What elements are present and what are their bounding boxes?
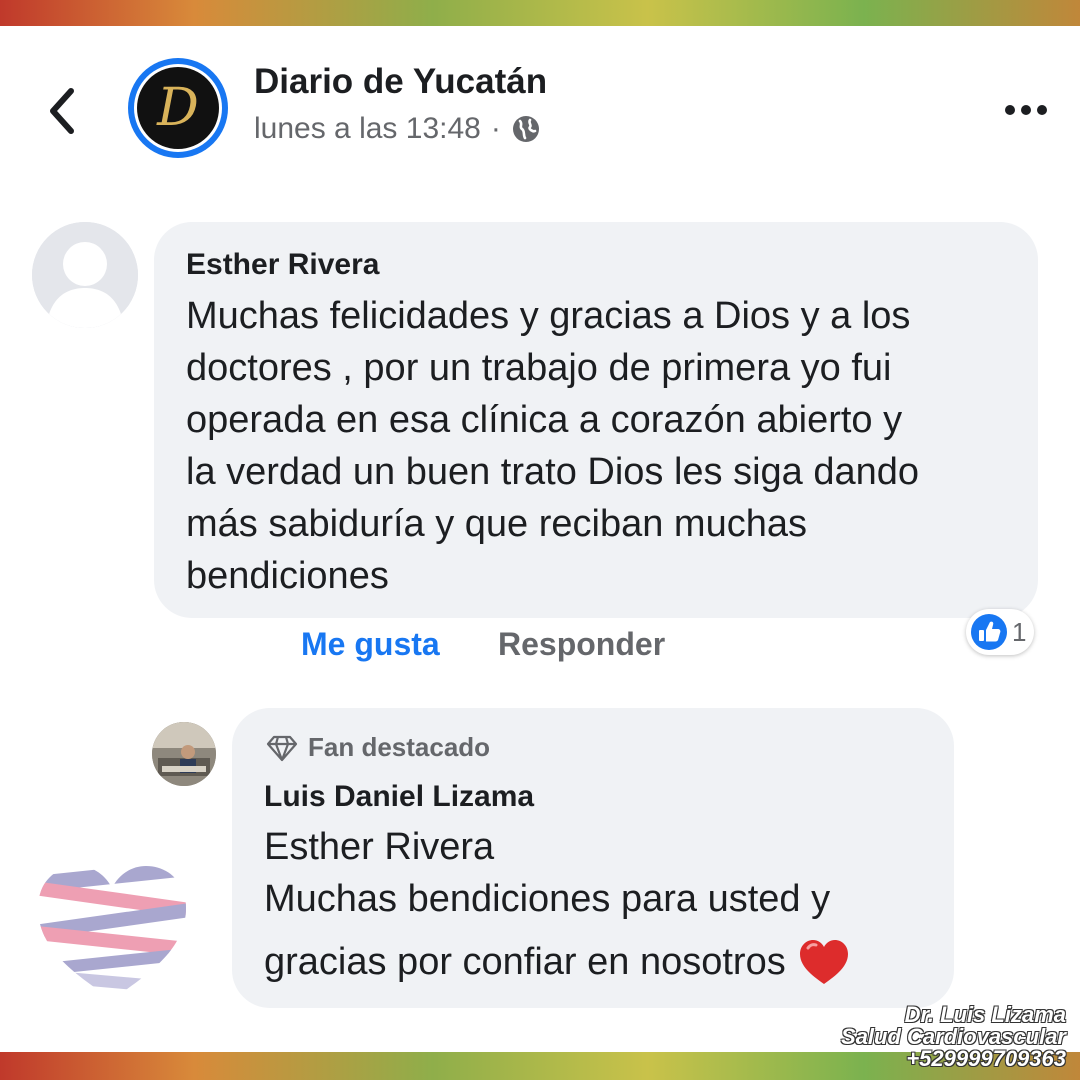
red-heart-icon	[799, 940, 848, 984]
profile-photo	[152, 722, 216, 786]
more-horizontal-icon	[1005, 105, 1047, 115]
diamond-icon	[266, 735, 298, 761]
more-options-button[interactable]	[1000, 90, 1052, 130]
reply-button[interactable]: Responder	[498, 626, 665, 663]
reply-text: Muchas bendiciones para usted y	[264, 878, 831, 920]
chevron-left-icon	[50, 88, 74, 134]
back-button[interactable]	[40, 84, 84, 138]
default-profile-icon	[32, 222, 138, 328]
reaction-summary[interactable]: 1	[966, 609, 1035, 655]
commenter-avatar[interactable]	[32, 222, 138, 328]
post-meta: lunes a las 13:48 ·	[254, 112, 541, 146]
reply-text-line: gracias por confiar en nosotros	[264, 940, 786, 983]
comment-text: Muchas felicidades y gracias a Dios y a …	[186, 290, 1026, 602]
reply-text: gracias por confiar en nosotros	[264, 938, 850, 986]
meta-separator: ·	[490, 112, 501, 145]
watermark-name: Dr. Luis Lizama	[904, 1002, 1066, 1027]
globe-icon	[512, 116, 539, 142]
replier-avatar[interactable]	[152, 722, 216, 786]
comment-line: Muchas felicidades y gracias a Dios y a …	[186, 295, 911, 337]
reply-mention[interactable]: Esther Rivera	[264, 826, 494, 869]
like-button[interactable]: Me gusta	[301, 626, 440, 663]
comment-line: más sabiduría y que reciban muchas	[186, 503, 807, 545]
comment-line: doctores , por un trabajo de primera yo …	[186, 347, 892, 389]
reaction-count: 1	[1012, 616, 1027, 647]
page-logo: D	[137, 67, 219, 149]
page-avatar[interactable]: D	[128, 58, 228, 158]
watermark: Dr. Luis Lizama Salud Cardiovascular +52…	[841, 1004, 1066, 1070]
watermark-phone: +529999709363	[906, 1046, 1066, 1071]
comment-author[interactable]: Esther Rivera	[186, 248, 379, 282]
comment-line: operada en esa clínica a corazón abierto…	[186, 399, 903, 441]
reply-author[interactable]: Luis Daniel Lizama	[264, 780, 534, 814]
thumbs-up-icon	[971, 614, 1007, 650]
top-fan-label: Fan destacado	[308, 732, 491, 762]
top-fan-badge: Fan destacado	[266, 732, 490, 763]
watermark-specialty: Salud Cardiovascular	[841, 1024, 1066, 1049]
comment-line: la verdad un buen trato Dios les siga da…	[186, 451, 920, 493]
post-timestamp[interactable]: lunes a las 13:48	[254, 112, 481, 146]
comment-line: bendiciones	[186, 555, 389, 597]
page-name[interactable]: Diario de Yucatán	[254, 62, 547, 102]
heart-logo	[38, 866, 186, 1000]
